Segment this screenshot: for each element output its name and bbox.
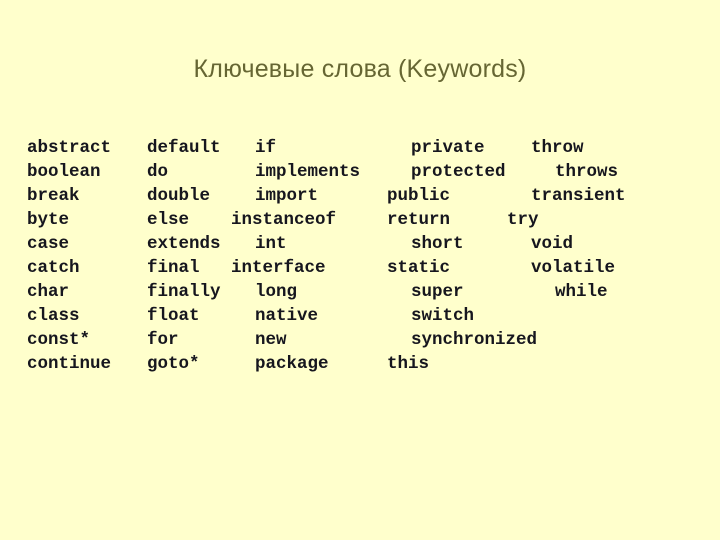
keyword-token: else xyxy=(147,210,190,230)
keyword-token: goto* xyxy=(147,354,200,374)
keyword-row: continue goto* package this xyxy=(27,352,697,376)
keyword-token: try xyxy=(507,210,539,230)
keyword-row: byte else instanceof return try xyxy=(27,208,697,232)
slide-canvas: Ключевые слова (Keywords) abstract defaul… xyxy=(0,0,720,540)
keyword-list: abstract default if private throw boolean do im… xyxy=(27,136,697,376)
keyword-token: char xyxy=(27,282,70,302)
keyword-token: import xyxy=(255,186,319,206)
keyword-token: this xyxy=(387,354,430,374)
keyword-token: while xyxy=(555,282,608,302)
keyword-token: default xyxy=(147,138,221,158)
keyword-row: const* for new synchronized xyxy=(27,328,697,352)
keyword-row: boolean do implements protected throws xyxy=(27,160,697,184)
keyword-token: switch xyxy=(411,306,475,326)
keyword-token: catch xyxy=(27,258,80,278)
keyword-token: break xyxy=(27,186,80,206)
keyword-token: static xyxy=(387,258,451,278)
keyword-token: public xyxy=(387,186,451,206)
keyword-token: class xyxy=(27,306,80,326)
keyword-token: new xyxy=(255,330,287,350)
keyword-token: implements xyxy=(255,162,361,182)
keyword-token: abstract xyxy=(27,138,112,158)
keyword-token: instanceof xyxy=(231,210,337,230)
keyword-row: case extends int short void xyxy=(27,232,697,256)
keyword-token: void xyxy=(531,234,574,254)
keyword-token: transient xyxy=(531,186,626,206)
keyword-token: if xyxy=(255,138,277,158)
keyword-token: interface xyxy=(231,258,326,278)
keyword-row: class float native switch xyxy=(27,304,697,328)
keyword-row: char finally long super while xyxy=(27,280,697,304)
keyword-token: volatile xyxy=(531,258,616,278)
keyword-token: boolean xyxy=(27,162,101,182)
keyword-token: private xyxy=(411,138,485,158)
keyword-token: continue xyxy=(27,354,112,374)
keyword-token: extends xyxy=(147,234,221,254)
keyword-token: throw xyxy=(531,138,584,158)
keyword-token: byte xyxy=(27,210,70,230)
keyword-token: throws xyxy=(555,162,619,182)
keyword-token: for xyxy=(147,330,179,350)
keyword-token: case xyxy=(27,234,70,254)
keyword-token: double xyxy=(147,186,211,206)
keyword-token: protected xyxy=(411,162,506,182)
keyword-token: final xyxy=(147,258,200,278)
keyword-row: break double import public transient xyxy=(27,184,697,208)
keyword-token: package xyxy=(255,354,329,374)
keyword-row: abstract default if private throw xyxy=(27,136,697,160)
keyword-token: super xyxy=(411,282,464,302)
keyword-token: return xyxy=(387,210,451,230)
keyword-token: int xyxy=(255,234,287,254)
keyword-token: const* xyxy=(27,330,91,350)
keyword-token: synchronized xyxy=(411,330,538,350)
keyword-token: short xyxy=(411,234,464,254)
keyword-token: float xyxy=(147,306,200,326)
keyword-token: finally xyxy=(147,282,221,302)
keyword-row: catch final interface static volatile xyxy=(27,256,697,280)
keyword-token: do xyxy=(147,162,169,182)
keyword-token: native xyxy=(255,306,319,326)
keyword-token: long xyxy=(255,282,298,302)
page-title: Ключевые слова (Keywords) xyxy=(193,55,527,83)
